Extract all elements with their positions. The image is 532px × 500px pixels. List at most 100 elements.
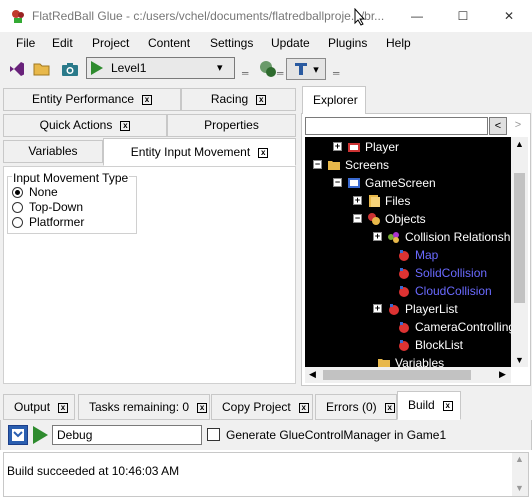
open-folder-icon[interactable] bbox=[31, 58, 53, 80]
tree-node[interactable]: − Screens bbox=[305, 156, 511, 174]
toolbar-grip: ═ bbox=[242, 68, 249, 78]
scroll-thumb[interactable] bbox=[514, 173, 525, 303]
collapse-icon[interactable]: − bbox=[353, 214, 362, 223]
scroll-up-icon[interactable]: ▲ bbox=[515, 454, 524, 464]
close-icon[interactable]: x bbox=[258, 147, 269, 158]
close-icon[interactable]: x bbox=[197, 402, 208, 413]
tree-node-label: CloudCollision bbox=[415, 284, 492, 298]
maximize-button[interactable]: ☐ bbox=[440, 0, 486, 32]
build-configuration-input[interactable] bbox=[52, 425, 202, 445]
build-output-text: Build succeeded at 10:46:03 AM bbox=[7, 464, 180, 478]
menu-plugins[interactable]: Plugins bbox=[328, 36, 367, 50]
generate-glue-control-manager-label[interactable]: Generate GlueControlManager in Game1 bbox=[226, 428, 446, 442]
tab-entity-performance[interactable]: Entity Performance x bbox=[3, 88, 181, 111]
run-button[interactable] bbox=[30, 425, 50, 445]
files-icon bbox=[367, 194, 381, 208]
tree-node[interactable]: + Files bbox=[305, 192, 511, 210]
close-icon[interactable]: x bbox=[384, 402, 395, 413]
scroll-up-icon[interactable]: ▲ bbox=[515, 139, 524, 149]
tree-node-label: PlayerList bbox=[405, 302, 458, 316]
radio-platformer[interactable] bbox=[12, 217, 23, 228]
tree-node[interactable]: + PlayerList bbox=[305, 300, 511, 318]
radio-platformer-label[interactable]: Platformer bbox=[29, 215, 84, 229]
level-combobox[interactable]: Level1 ▾ bbox=[86, 57, 235, 79]
tree-node[interactable]: CloudCollision bbox=[305, 282, 511, 300]
explorer-search-input[interactable] bbox=[305, 117, 488, 135]
expand-icon[interactable]: + bbox=[353, 196, 362, 205]
tree-node[interactable]: + Player bbox=[305, 138, 511, 156]
expand-icon[interactable]: + bbox=[373, 232, 382, 241]
close-icon[interactable]: x bbox=[58, 402, 69, 413]
collapse-icon[interactable]: − bbox=[313, 160, 322, 169]
scroll-right-icon[interactable]: ▶ bbox=[499, 369, 506, 380]
close-icon[interactable]: x bbox=[298, 402, 309, 413]
tree-node-label: GameScreen bbox=[365, 176, 436, 190]
menu-project[interactable]: Project bbox=[92, 36, 129, 50]
close-icon[interactable]: x bbox=[256, 94, 267, 105]
close-button[interactable]: ✕ bbox=[486, 0, 532, 32]
tab-errors[interactable]: Errors (0) x bbox=[315, 394, 397, 420]
chevron-down-icon[interactable]: ▾ bbox=[313, 63, 319, 76]
menu-file[interactable]: File bbox=[16, 36, 35, 50]
tree-node[interactable]: Map bbox=[305, 246, 511, 264]
chevron-down-icon[interactable]: ▾ bbox=[217, 61, 223, 74]
expand-icon[interactable]: + bbox=[333, 142, 342, 151]
tab-properties[interactable]: Properties bbox=[167, 114, 296, 137]
menu-help[interactable]: Help bbox=[386, 36, 411, 50]
back-button[interactable]: < bbox=[489, 117, 507, 135]
tree-node[interactable]: SolidCollision bbox=[305, 264, 511, 282]
folder-icon bbox=[377, 356, 391, 367]
tree-node[interactable]: BlockList bbox=[305, 336, 511, 354]
radio-top-down[interactable] bbox=[12, 202, 23, 213]
visual-studio-icon[interactable] bbox=[6, 58, 28, 80]
close-icon[interactable]: x bbox=[442, 400, 453, 411]
radio-none-label[interactable]: None bbox=[29, 185, 58, 199]
toolbar-grip: ═ bbox=[333, 68, 340, 78]
minimize-button[interactable]: — bbox=[394, 0, 440, 32]
glue-connect-icon[interactable] bbox=[257, 58, 279, 80]
tree-node[interactable]: Variables bbox=[305, 354, 511, 367]
tab-racing[interactable]: Racing x bbox=[181, 88, 296, 111]
collision-icon bbox=[387, 230, 401, 244]
output-scrollbar[interactable]: ▲ ▼ bbox=[512, 453, 528, 496]
menu-edit[interactable]: Edit bbox=[52, 36, 73, 50]
tab-quick-actions[interactable]: Quick Actions x bbox=[3, 114, 167, 137]
collapse-icon[interactable]: − bbox=[333, 178, 342, 187]
close-icon[interactable]: x bbox=[120, 120, 131, 131]
text-tool-button[interactable]: ▾ bbox=[286, 58, 326, 80]
tab-build[interactable]: Build x bbox=[397, 391, 461, 420]
tree-node[interactable]: CameraControlling bbox=[305, 318, 511, 336]
tree-node[interactable]: − Objects bbox=[305, 210, 511, 228]
tree-node[interactable]: + Collision Relationsh bbox=[305, 228, 511, 246]
radio-top-down-label[interactable]: Top-Down bbox=[29, 200, 83, 214]
scroll-thumb[interactable] bbox=[323, 370, 471, 380]
scroll-left-icon[interactable]: ◀ bbox=[309, 369, 316, 380]
expand-icon[interactable]: + bbox=[373, 304, 382, 313]
tab-tasks-remaining[interactable]: Tasks remaining: 0x bbox=[78, 394, 210, 420]
menu-content[interactable]: Content bbox=[148, 36, 190, 50]
tab-explorer[interactable]: Explorer bbox=[302, 86, 366, 114]
forward-button[interactable]: > bbox=[509, 117, 527, 135]
scroll-down-icon[interactable]: ▼ bbox=[515, 355, 524, 365]
tab-variables[interactable]: Variables bbox=[3, 140, 103, 163]
close-icon[interactable]: x bbox=[142, 94, 153, 105]
tree-horizontal-scrollbar[interactable]: ◀ ▶ bbox=[305, 367, 511, 383]
tree-node-label: Variables bbox=[395, 356, 445, 367]
tree-node[interactable]: − GameScreen bbox=[305, 174, 511, 192]
menu-update[interactable]: Update bbox=[271, 36, 310, 50]
explorer-tree[interactable]: + Player − Screens − GameScreen + Files − Objects… bbox=[305, 137, 511, 367]
input-movement-group-title: Input Movement Type bbox=[12, 171, 130, 185]
scroll-down-icon[interactable]: ▼ bbox=[515, 483, 524, 493]
object-icon bbox=[397, 284, 411, 298]
radio-none[interactable] bbox=[12, 187, 23, 198]
menu-settings[interactable]: Settings bbox=[210, 36, 253, 50]
tab-entity-input-movement[interactable]: Entity Input Movement x bbox=[103, 138, 296, 166]
window-title: FlatRedBall Glue - c:/users/vchel/docume… bbox=[32, 9, 385, 23]
build-solution-button[interactable] bbox=[8, 425, 28, 445]
camera-icon[interactable] bbox=[59, 58, 81, 80]
play-icon[interactable] bbox=[89, 60, 105, 79]
generate-glue-control-manager-checkbox[interactable] bbox=[207, 428, 220, 441]
tree-vertical-scrollbar[interactable]: ▲ ▼ bbox=[511, 137, 528, 367]
tab-copy-project[interactable]: Copy Project x bbox=[211, 394, 313, 420]
tab-output[interactable]: Output x bbox=[3, 394, 75, 420]
